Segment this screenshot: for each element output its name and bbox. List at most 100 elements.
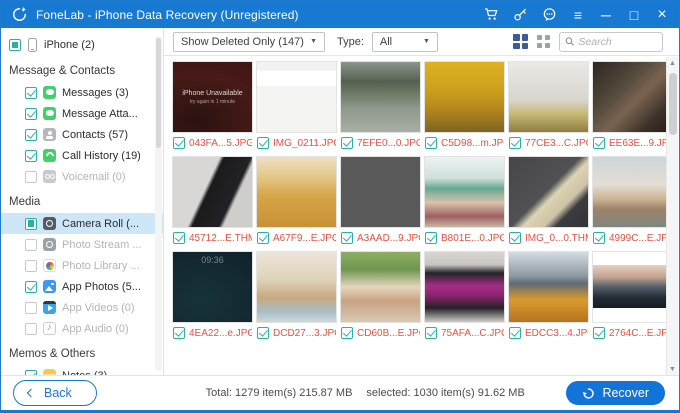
- photo-thumbnail[interactable]: [424, 61, 505, 133]
- photo-card[interactable]: 4999C...E.JPG: [592, 156, 673, 244]
- photo-card[interactable]: IMG_0...0.THM: [508, 156, 589, 244]
- sidebar-item-contacts[interactable]: Contacts (57): [1, 124, 163, 145]
- photo-card[interactable]: IMG_0211.JPG: [256, 61, 337, 149]
- feedback-icon[interactable]: [542, 7, 557, 22]
- scroll-down-icon[interactable]: ▼: [669, 363, 676, 375]
- photo-card[interactable]: DCD27...3.JPG: [256, 251, 337, 339]
- photo-checkbox[interactable]: [257, 232, 269, 244]
- photo-card[interactable]: C5D98...m.JPG: [424, 61, 505, 149]
- checkbox[interactable]: [25, 108, 37, 120]
- grid-view-toggle[interactable]: [513, 34, 528, 49]
- scroll-up-icon[interactable]: ▲: [669, 57, 676, 69]
- photo-checkbox[interactable]: [173, 137, 185, 149]
- photo-checkbox[interactable]: [509, 327, 521, 339]
- sidebar-item-notes[interactable]: Notes (3): [1, 365, 163, 375]
- vertical-scrollbar[interactable]: ▲ ▼: [666, 57, 678, 375]
- store-cart-icon[interactable]: [484, 7, 499, 22]
- photo-thumbnail[interactable]: [340, 156, 421, 228]
- sidebar-item-photo-library[interactable]: Photo Library ...: [1, 255, 163, 276]
- photo-thumbnail[interactable]: [256, 251, 337, 323]
- photo-thumbnail[interactable]: [256, 156, 337, 228]
- photo-thumbnail[interactable]: [424, 251, 505, 323]
- sidebar-item-message-attachments[interactable]: Message Atta...: [1, 103, 163, 124]
- photo-checkbox[interactable]: [341, 137, 353, 149]
- photo-card[interactable]: 09:36 4EA22...e.JPG: [172, 251, 253, 339]
- sidebar-item-app-audio[interactable]: App Audio (0): [1, 318, 163, 339]
- photo-checkbox[interactable]: [425, 137, 437, 149]
- checkbox[interactable]: [25, 150, 37, 162]
- sidebar-item-camera-roll[interactable]: Camera Roll (...: [1, 213, 163, 234]
- photo-thumbnail[interactable]: 09:36: [172, 251, 253, 323]
- maximize-icon[interactable]: □: [627, 8, 641, 22]
- photo-card[interactable]: EE63E...9.JPG: [592, 61, 673, 149]
- photo-checkbox[interactable]: [341, 327, 353, 339]
- photo-checkbox[interactable]: [425, 232, 437, 244]
- sidebar-item-app-videos[interactable]: App Videos (0): [1, 297, 163, 318]
- minimize-icon[interactable]: ─: [599, 8, 613, 22]
- checkbox[interactable]: [25, 260, 37, 272]
- photo-checkbox[interactable]: [341, 232, 353, 244]
- photo-checkbox[interactable]: [425, 327, 437, 339]
- photo-thumbnail[interactable]: [340, 251, 421, 323]
- photo-card[interactable]: 45712...E.THM: [172, 156, 253, 244]
- device-checkbox[interactable]: [9, 39, 21, 51]
- checkbox[interactable]: [25, 218, 37, 230]
- photo-checkbox[interactable]: [593, 327, 605, 339]
- checkbox[interactable]: [25, 370, 37, 376]
- checkbox[interactable]: [25, 129, 37, 141]
- sidebar-item-iphone-device[interactable]: iPhone (2): [1, 34, 163, 56]
- photo-thumbnail[interactable]: [256, 61, 337, 133]
- deleted-filter-dropdown[interactable]: Show Deleted Only (147) ▼: [173, 32, 325, 52]
- sidebar-item-call-history[interactable]: Call History (19): [1, 145, 163, 166]
- photo-card[interactable]: B801E...0.JPG: [424, 156, 505, 244]
- photo-card[interactable]: 7EFE0...0.JPG: [340, 61, 421, 149]
- checkbox[interactable]: [25, 239, 37, 251]
- sidebar-item-messages[interactable]: Messages (3): [1, 82, 163, 103]
- sidebar-scrollbar[interactable]: [155, 36, 162, 371]
- photo-card[interactable]: 77CE3...C.JPG: [508, 61, 589, 149]
- close-icon[interactable]: ×: [655, 7, 669, 23]
- photo-card[interactable]: EDCC3...4.JPG: [508, 251, 589, 339]
- photo-card[interactable]: A67F9...E.JPG: [256, 156, 337, 244]
- photo-card[interactable]: A3AAD...9.JPG: [340, 156, 421, 244]
- recover-button[interactable]: Recover: [566, 381, 665, 405]
- checkbox[interactable]: [25, 323, 37, 335]
- search-input[interactable]: [578, 36, 657, 48]
- photo-card[interactable]: iPhone Unavailabletry again in 1 minute …: [172, 61, 253, 149]
- photo-thumbnail[interactable]: [592, 156, 673, 228]
- search-box[interactable]: [559, 32, 663, 52]
- photo-card[interactable]: CD60B...E.JPG: [340, 251, 421, 339]
- photo-thumbnail[interactable]: [424, 156, 505, 228]
- photo-checkbox[interactable]: [173, 232, 185, 244]
- checkbox[interactable]: [25, 281, 37, 293]
- sidebar-item-app-photos[interactable]: App Photos (5...: [1, 276, 163, 297]
- scrollbar-thumb[interactable]: [669, 73, 677, 135]
- menu-icon[interactable]: ≡: [571, 8, 585, 22]
- photo-checkbox[interactable]: [257, 137, 269, 149]
- photo-thumbnail[interactable]: [340, 61, 421, 133]
- photo-checkbox[interactable]: [593, 137, 605, 149]
- checkbox[interactable]: [25, 87, 37, 99]
- photo-card[interactable]: 75AFA...C.JPG: [424, 251, 505, 339]
- photo-card[interactable]: 2764C...E.JPG: [592, 251, 673, 339]
- photo-thumbnail[interactable]: [592, 61, 673, 133]
- photo-thumbnail[interactable]: [592, 251, 673, 323]
- sidebar-scrollbar-thumb[interactable]: [156, 38, 161, 148]
- photo-checkbox[interactable]: [257, 327, 269, 339]
- type-dropdown[interactable]: All ▼: [372, 32, 438, 52]
- photo-thumbnail[interactable]: iPhone Unavailabletry again in 1 minute: [172, 61, 253, 133]
- photo-checkbox[interactable]: [509, 137, 521, 149]
- sidebar-item-photo-stream[interactable]: Photo Stream ...: [1, 234, 163, 255]
- photo-thumbnail[interactable]: [172, 156, 253, 228]
- checkbox[interactable]: [25, 302, 37, 314]
- list-view-toggle[interactable]: [536, 34, 551, 49]
- photo-thumbnail[interactable]: [508, 156, 589, 228]
- key-register-icon[interactable]: [513, 7, 528, 22]
- photo-checkbox[interactable]: [593, 232, 605, 244]
- photo-thumbnail[interactable]: [508, 61, 589, 133]
- photo-thumbnail[interactable]: [508, 251, 589, 323]
- photo-checkbox[interactable]: [509, 232, 521, 244]
- checkbox[interactable]: [25, 171, 37, 183]
- back-button[interactable]: Back: [13, 380, 97, 406]
- photo-checkbox[interactable]: [173, 327, 185, 339]
